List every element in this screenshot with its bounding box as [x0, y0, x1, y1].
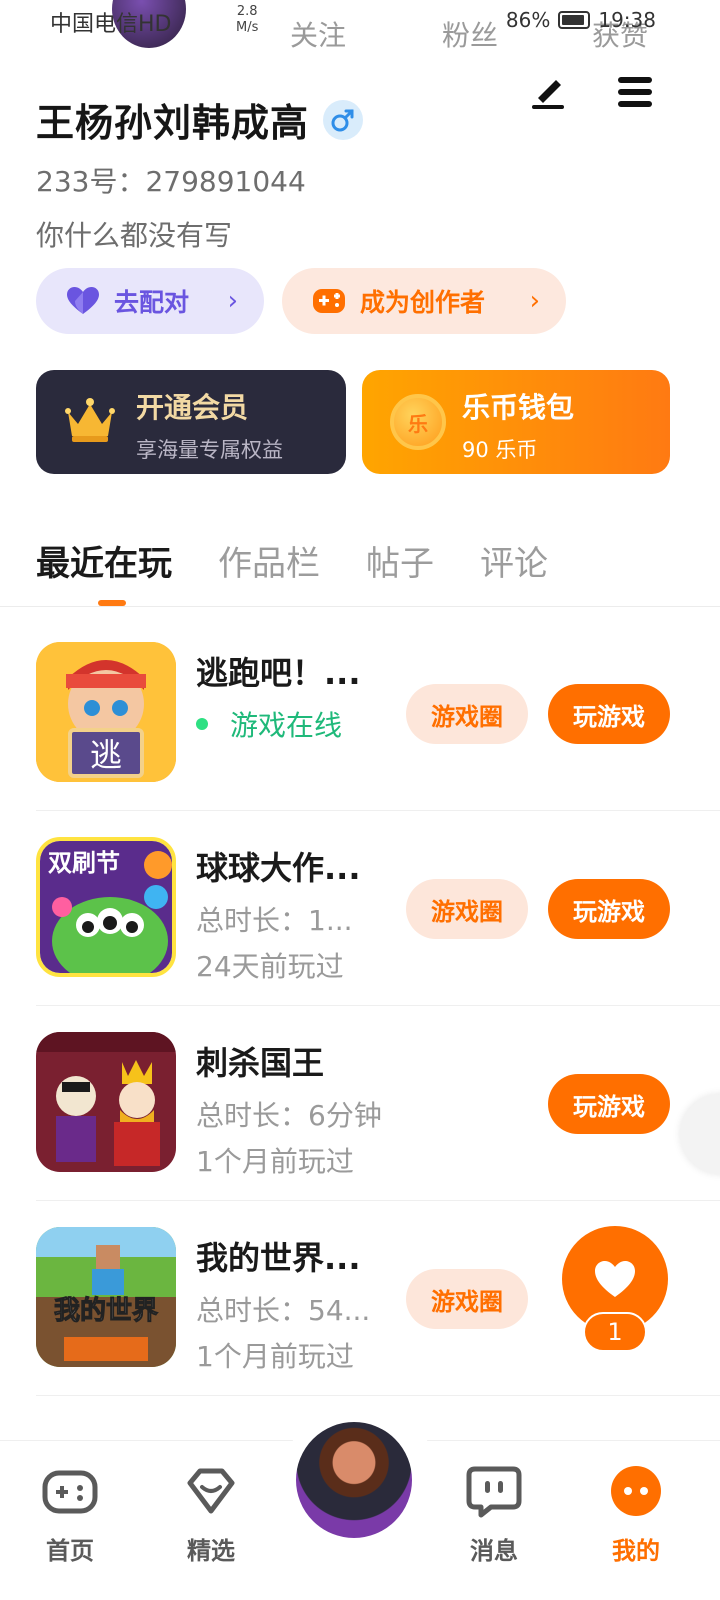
vip-subtitle: 享海量专属权益	[136, 438, 283, 462]
user-id: 233号：279891044	[36, 165, 306, 198]
carrier-label: 中国电信HD	[50, 12, 172, 37]
avatar[interactable]	[292, 1418, 416, 1542]
nav-messages[interactable]: 消息	[444, 1463, 544, 1566]
battery-icon	[558, 11, 591, 29]
vip-title: 开通会员	[136, 391, 249, 424]
male-gender-icon	[323, 99, 364, 140]
game-row[interactable]: 双刷节 球球大作... 总时长：1... 24天前玩过 游戏圈 玩游戏	[0, 801, 720, 996]
coin-icon: 乐	[390, 394, 446, 450]
game-title: 球球大作...	[196, 849, 361, 887]
wallet-balance: 90 乐币	[462, 438, 538, 462]
game-row[interactable]: 刺杀国王 总时长：6分钟 1个月前玩过 玩游戏	[0, 996, 720, 1191]
header-tab-following[interactable]: 关注	[290, 14, 346, 54]
match-button[interactable]: 去配对 ›	[36, 268, 264, 334]
game-title: 我的世界...	[196, 1239, 361, 1277]
content-tabs: 最近在玩 作品栏 帖子 评论	[36, 536, 548, 585]
game-circle-button[interactable]: 游戏圈	[406, 1269, 528, 1329]
user-name: 王杨孙刘韩成高	[36, 101, 310, 145]
svg-text:逃: 逃	[90, 736, 122, 774]
play-game-button[interactable]: 玩游戏	[548, 684, 670, 744]
game-thumbnail: 逃	[36, 642, 176, 782]
game-thumbnail: 我的世界	[36, 1227, 176, 1367]
gamepad-icon	[313, 289, 345, 313]
status-right: 86% 19:38	[506, 8, 656, 32]
tab-posts[interactable]: 帖子	[366, 536, 434, 585]
game-circle-button[interactable]: 游戏圈	[406, 879, 528, 939]
status-bar: 中国电信HD 2.8 M/s 关注 粉丝 获赞 86% 19:38	[0, 0, 720, 52]
svg-text:双刷节: 双刷节	[48, 849, 120, 877]
tab-comments[interactable]: 评论	[480, 536, 548, 585]
crown-icon	[65, 398, 115, 442]
menu-icon[interactable]	[616, 74, 654, 110]
game-circle-button[interactable]: 游戏圈	[406, 684, 528, 744]
play-game-button[interactable]: 玩游戏	[548, 879, 670, 939]
game-last-played: 1个月前玩过	[196, 1145, 354, 1178]
game-thumbnail	[36, 1032, 176, 1172]
edit-icon[interactable]	[528, 72, 568, 112]
wallet-card[interactable]: 乐 乐币钱包 90 乐币	[362, 370, 670, 474]
game-playtime: 总时长：1...	[196, 904, 353, 937]
game-playtime: 总时长：54...	[196, 1294, 371, 1327]
tab-works[interactable]: 作品栏	[218, 536, 320, 585]
game-last-played: 24天前玩过	[196, 950, 344, 983]
online-dot-icon	[196, 718, 208, 730]
nav-home[interactable]: 首页	[20, 1463, 120, 1566]
game-title: 刺杀国王	[196, 1044, 325, 1082]
game-row[interactable]: 逃 逃跑吧！... 游戏在线 游戏圈 玩游戏	[0, 606, 720, 801]
chevron-right-icon: ›	[529, 286, 540, 316]
profile-name-row: 王杨孙刘韩成高	[36, 92, 364, 147]
play-game-button[interactable]: 玩游戏	[548, 1074, 670, 1134]
gamepad-icon	[42, 1470, 98, 1514]
chat-bubble-icon	[466, 1466, 522, 1518]
creator-label: 成为创作者	[360, 288, 486, 317]
nav-me[interactable]: 我的	[586, 1463, 686, 1566]
nav-featured[interactable]: 精选	[161, 1463, 261, 1566]
net-speed: 2.8 M/s	[236, 4, 259, 35]
game-playtime: 总时长：6分钟	[196, 1099, 382, 1132]
clock: 19:38	[598, 8, 656, 32]
game-title: 逃跑吧！...	[196, 654, 361, 692]
match-label: 去配对	[114, 288, 190, 317]
gem-heart-icon	[187, 1468, 235, 1514]
wallet-title: 乐币钱包	[462, 391, 575, 424]
heart-icon	[67, 287, 99, 314]
user-bio: 你什么都没有写	[36, 219, 233, 252]
become-creator-button[interactable]: 成为创作者 ›	[282, 268, 566, 334]
battery-percent: 86%	[505, 8, 551, 32]
online-status: 游戏在线	[196, 704, 376, 744]
divider	[36, 1395, 720, 1396]
like-count-badge: 1	[583, 1312, 647, 1352]
header-tab-fans[interactable]: 粉丝	[442, 14, 498, 54]
smile-face-icon	[611, 1466, 661, 1516]
chevron-right-icon: ›	[227, 286, 238, 316]
tab-recently-played[interactable]: 最近在玩	[36, 536, 172, 585]
heart-icon	[595, 1261, 635, 1297]
game-last-played: 1个月前玩过	[196, 1340, 354, 1373]
game-thumbnail: 双刷节	[36, 837, 176, 977]
svg-text:我的世界: 我的世界	[54, 1295, 158, 1326]
vip-card[interactable]: 开通会员 享海量专属权益	[36, 370, 346, 474]
